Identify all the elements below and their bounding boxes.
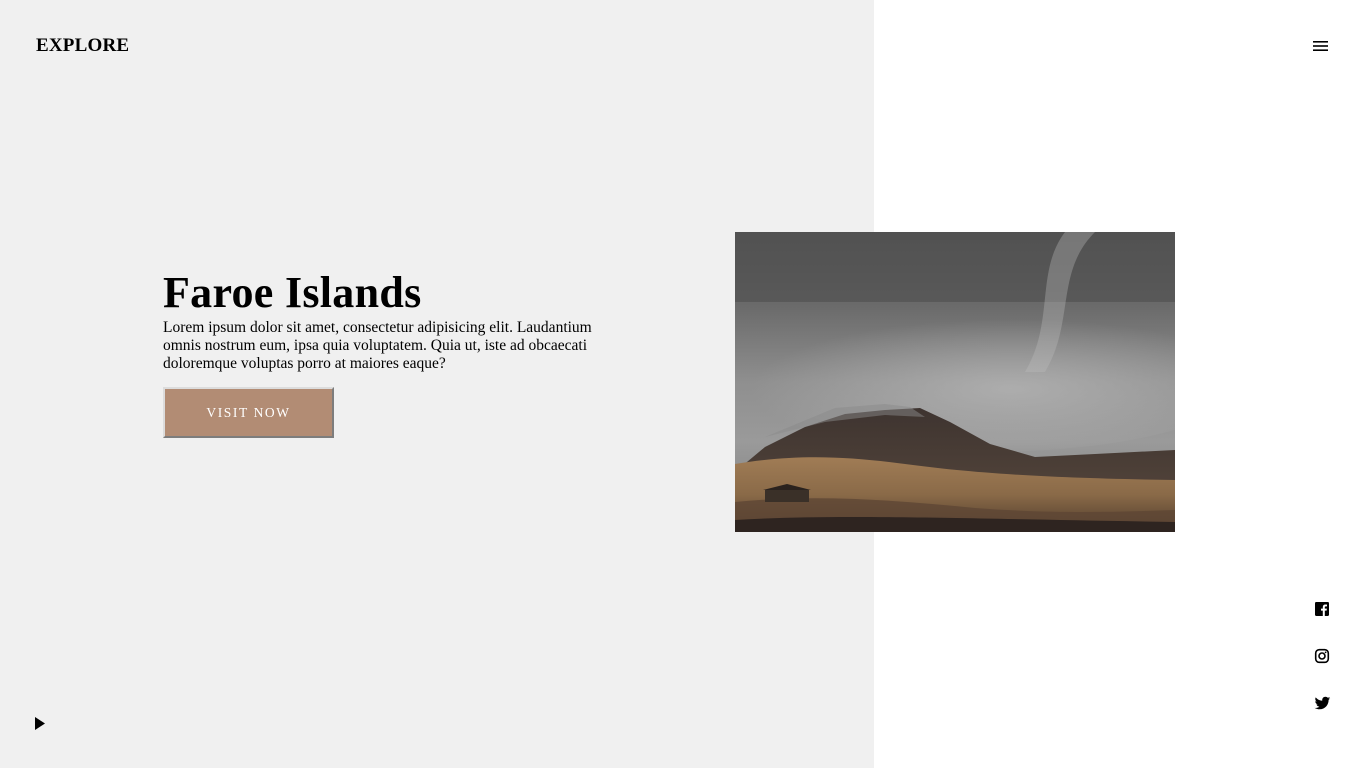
facebook-icon[interactable]: [1314, 601, 1331, 618]
instagram-icon[interactable]: [1314, 648, 1331, 665]
hero-description: Lorem ipsum dolor sit amet, consectetur …: [163, 319, 592, 372]
twitter-icon[interactable]: [1314, 695, 1331, 712]
landscape-photo: [735, 232, 1175, 532]
hamburger-menu-icon[interactable]: [1313, 39, 1328, 51]
site-logo[interactable]: EXPLORE: [36, 35, 129, 57]
visit-now-button[interactable]: VISIT NOW: [163, 387, 334, 438]
hero-section: Faroe Islands Lorem ipsum dolor sit amet…: [163, 268, 613, 373]
play-icon[interactable]: [34, 716, 46, 731]
hero-title: Faroe Islands: [163, 268, 422, 317]
